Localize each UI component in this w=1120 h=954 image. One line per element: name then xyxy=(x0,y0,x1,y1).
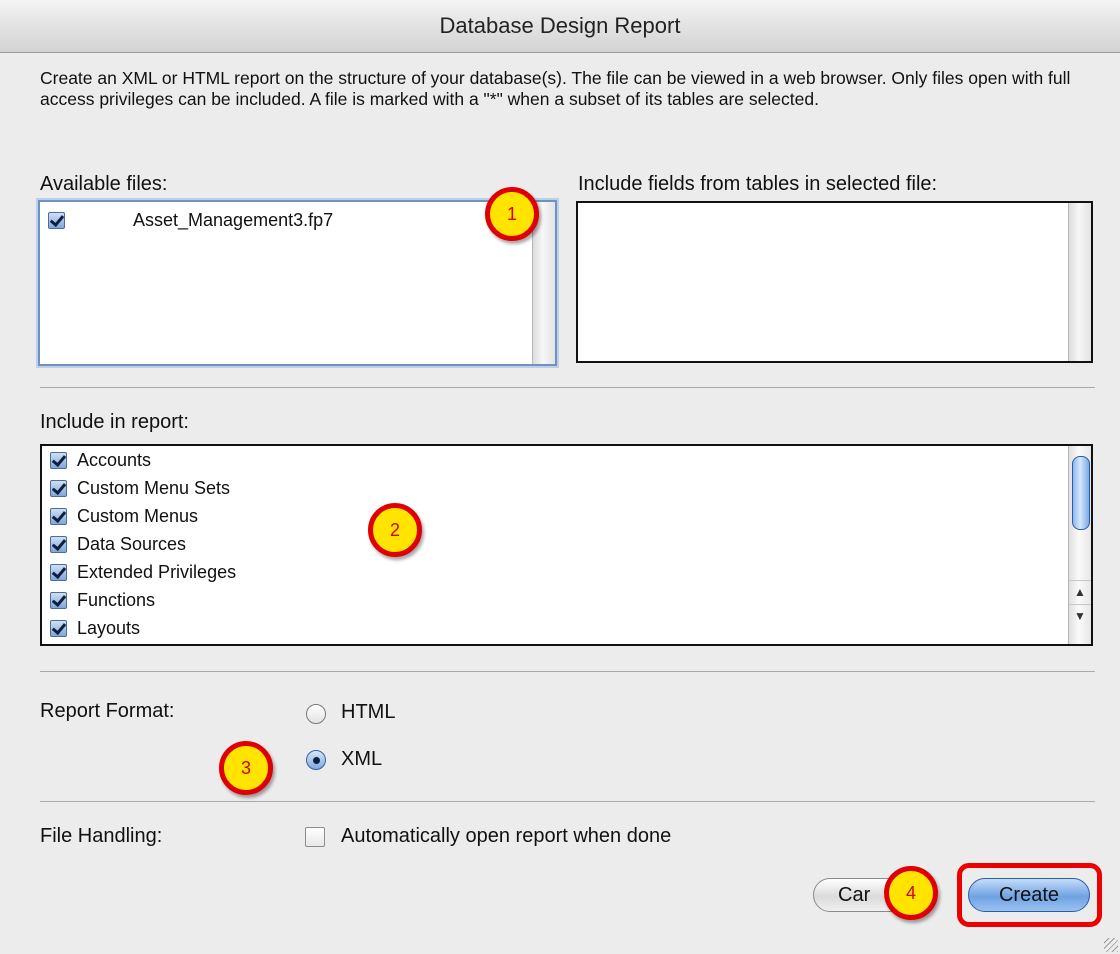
report-item-label: Accounts xyxy=(77,449,152,470)
report-item-checkbox[interactable] xyxy=(50,451,67,469)
scroll-down-arrow-icon[interactable]: ▼ xyxy=(1069,604,1091,627)
report-format-label: Report Format: xyxy=(40,700,175,722)
report-item-checkbox[interactable] xyxy=(50,507,67,525)
create-button-highlight xyxy=(957,863,1102,927)
separator xyxy=(40,671,1095,672)
scrollbar-thumb[interactable] xyxy=(1072,456,1090,530)
available-files-list[interactable]: Asset_Management3.fp7 xyxy=(38,200,557,366)
report-item-label: Layouts xyxy=(77,617,141,638)
xml-radio[interactable] xyxy=(306,750,326,770)
list-item[interactable]: Functions xyxy=(50,586,155,614)
window-title: Database Design Report xyxy=(439,13,681,38)
report-item-label: Custom Menus xyxy=(77,505,199,526)
tables-label: Include fields from tables in selected f… xyxy=(578,173,938,195)
scroll-up-arrow-icon[interactable]: ▲ xyxy=(1069,580,1091,603)
list-item[interactable]: Custom Menu Sets xyxy=(50,474,230,502)
cancel-button-label: Car xyxy=(838,884,871,906)
list-item[interactable]: Layouts xyxy=(50,614,140,642)
file-name: Asset_Management3.fp7 xyxy=(133,209,334,230)
resize-grip-icon[interactable] xyxy=(1104,938,1118,952)
report-item-checkbox[interactable] xyxy=(50,535,67,553)
description-text: Create an XML or HTML report on the stru… xyxy=(40,68,1071,109)
report-item-checkbox[interactable] xyxy=(50,591,67,609)
window-title-bar: Database Design Report xyxy=(0,0,1120,53)
list-item[interactable]: Data Sources xyxy=(50,530,186,558)
separator xyxy=(40,801,1095,802)
tables-list[interactable] xyxy=(576,201,1093,363)
report-item-label: Custom Menu Sets xyxy=(77,477,231,498)
html-radio[interactable] xyxy=(306,704,326,724)
tables-scrollbar[interactable] xyxy=(1068,203,1091,361)
file-checkbox[interactable] xyxy=(48,211,65,229)
auto-open-checkbox[interactable] xyxy=(305,827,325,847)
list-item[interactable]: Custom Menus xyxy=(50,502,198,530)
report-item-checkbox[interactable] xyxy=(50,563,67,581)
report-item-label: Extended Privileges xyxy=(77,561,237,582)
callout-badge: 2 xyxy=(368,503,422,557)
list-item[interactable]: Asset_Management3.fp7 xyxy=(48,206,333,234)
callout-badge: 4 xyxy=(884,866,938,920)
report-item-checkbox[interactable] xyxy=(50,479,67,497)
report-item-label: Functions xyxy=(77,589,156,610)
separator xyxy=(40,387,1095,388)
callout-badge: 1 xyxy=(485,187,539,241)
callout-badge: 3 xyxy=(219,741,273,795)
report-items-list[interactable]: Accounts Custom Menu Sets Custom Menus D… xyxy=(40,444,1093,646)
available-files-label: Available files: xyxy=(40,173,168,195)
report-item-checkbox[interactable] xyxy=(50,619,67,637)
report-scrollbar[interactable]: ▲ ▼ xyxy=(1068,446,1091,644)
xml-radio-label[interactable]: XML xyxy=(341,748,382,771)
include-in-report-label: Include in report: xyxy=(40,411,189,433)
list-item[interactable]: Accounts xyxy=(50,446,151,474)
report-item-label: Data Sources xyxy=(77,533,187,554)
auto-open-label[interactable]: Automatically open report when done xyxy=(341,825,671,848)
file-handling-label: File Handling: xyxy=(40,825,163,847)
html-radio-label[interactable]: HTML xyxy=(341,701,395,724)
list-item[interactable]: Extended Privileges xyxy=(50,558,236,586)
